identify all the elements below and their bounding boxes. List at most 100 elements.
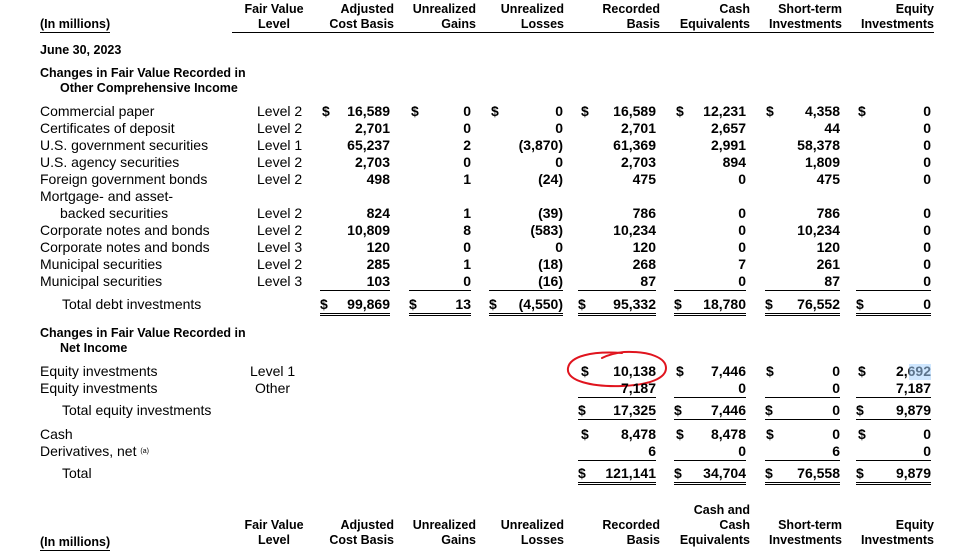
cost-basis-value: 16,589 [347,103,390,119]
recorded-basis-value: 17,325 [613,402,656,418]
level-value: Level 2 [257,103,303,119]
gains-value: 0 [463,120,471,136]
recorded-basis-value: 2,703 [620,154,656,170]
row-label: Commercial paper [40,103,155,119]
row-label: U.S. government securities [40,137,209,153]
level-value: Level 2 [257,154,303,170]
level-value: Level 1 [250,363,296,379]
losses-value: (4,550) [518,296,563,312]
losses-value: 0 [555,154,563,170]
gains-value: 1 [463,205,471,221]
cash-equivalents-value: 7 [738,256,746,272]
losses-value: (18) [538,256,563,272]
short-term-value: 0 [832,363,840,379]
row-label: Total debt investments [62,296,202,312]
footnote-marker: (a) [140,448,149,455]
debt-row: Municipal securities Level 2 285 1 (18) 268 7 2… [0,256,978,273]
recorded-basis-value: 95,332 [613,296,656,312]
cash-equivalents-value: 8,478 [710,426,746,442]
row-label: Cash [40,426,73,442]
col-header-gains: Unrealized Gains [412,2,476,31]
debt-row: Mortgage- and asset- [0,188,978,205]
recorded-basis-value: 475 [632,171,656,187]
text-selection-highlight [909,364,931,380]
debt-row: Commercial paper Level 2 $16,589 $0 $0 $16,58… [0,103,978,120]
gains-value: 0 [463,239,471,255]
cash-equivalents-value: 0 [738,239,746,255]
debt-row: Corporate notes and bonds Level 3 120 0 0 120… [0,239,978,256]
gains-value: 8 [463,222,471,238]
debt-row: U.S. government securities Level 1 65,237 2… [0,137,978,154]
col-header-cash: Cash Equivalents [679,518,750,547]
row-label: Derivatives, net (a) [40,443,149,459]
short-term-value: 1,809 [804,154,840,170]
level-value: Level 1 [257,137,303,153]
date-label: June 30, 2023 [40,43,122,57]
debt-row: U.S. agency securities Level 2 2,703 0 0 2,70… [0,154,978,171]
equity-value: 0 [923,154,931,170]
gains-value: 0 [463,154,471,170]
cash-equivalents-value: 0 [738,205,746,221]
col-header-cost: Adjusted Cost Basis [329,518,394,547]
row-label: Municipal securities [40,256,163,272]
cash-equivalents-value: 0 [674,443,746,461]
units-label: (In millions) [40,17,111,33]
col-header-losses: Unrealized Losses [500,2,564,31]
losses-value: (16) [489,273,563,291]
short-term-value: 76,552 [797,296,840,312]
recorded-basis-value: 8,478 [620,426,656,442]
cash-equivalents-value: 0 [738,222,746,238]
cash-equivalents-value: 18,780 [703,296,746,312]
level-value: Level 2 [257,222,303,238]
equity-value: 0 [923,426,931,442]
col-header-basis: Recorded Basis [602,2,660,31]
equity-value: 0 [923,103,931,119]
short-term-value: 0 [765,380,840,398]
cash-equivalents-value: 0 [674,380,746,398]
cash-equivalents-value: 0 [738,171,746,187]
col-header-short-term: Short-term Investments [769,518,842,547]
recorded-basis-value: 2,701 [620,120,656,136]
level-value: Level 2 [257,205,303,221]
equity-value: 0 [923,205,931,221]
short-term-value: 0 [832,426,840,442]
cash-row: Cash $ 8,478 $ 8,478 $ 0 $ 0 [0,426,978,443]
losses-value: 0 [555,239,563,255]
equity-value: 0 [923,137,931,153]
cash-equivalents-value: 12,231 [703,103,746,119]
cost-basis-value: 10,809 [347,222,390,238]
cost-basis-value: 2,703 [354,154,390,170]
row-label: Total [62,465,92,481]
debt-row: Foreign government bonds Level 2 498 1 (24) 4… [0,171,978,188]
col-header-equity: Equity Investments [861,518,934,547]
equity-value: 0 [923,222,931,238]
recorded-basis-value: 10,234 [613,222,656,238]
cash-equivalents-value: 0 [674,273,746,291]
equity-value: 0 [923,171,931,187]
col-header-gains: Unrealized Gains [412,518,476,547]
short-term-value: 6 [765,443,840,461]
equity-value: 7,187 [856,380,931,398]
row-label: Certificates of deposit [40,120,175,136]
recorded-basis-value: 120 [632,239,656,255]
total-equity-row: Total equity investments $ 17,325 $ 7,44… [0,402,978,420]
cost-basis-value: 120 [366,239,390,255]
gains-value: 1 [463,171,471,187]
short-term-value: 44 [824,120,840,136]
losses-value: 0 [555,103,563,119]
cost-basis-value: 2,701 [354,120,390,136]
row-label: Foreign government bonds [40,171,208,187]
gains-value: 0 [409,273,471,291]
losses-value: (24) [538,171,563,187]
recorded-basis-value: 786 [632,205,656,221]
gains-value: 0 [463,103,471,119]
short-term-value: 4,358 [804,103,840,119]
cash-equivalents-value: 34,704 [703,465,746,481]
derivatives-row: Derivatives, net (a) 6 0 6 0 [0,443,978,461]
equity-value: 0 [856,443,931,461]
debt-row: backed securities Level 2 824 1 (39) 786 0 786 0 [0,205,978,222]
row-label: backed securities [60,205,169,221]
row-label: Corporate notes and bonds [40,222,210,238]
level-value: Level 3 [257,273,303,289]
equity-value: 9,879 [895,402,931,418]
